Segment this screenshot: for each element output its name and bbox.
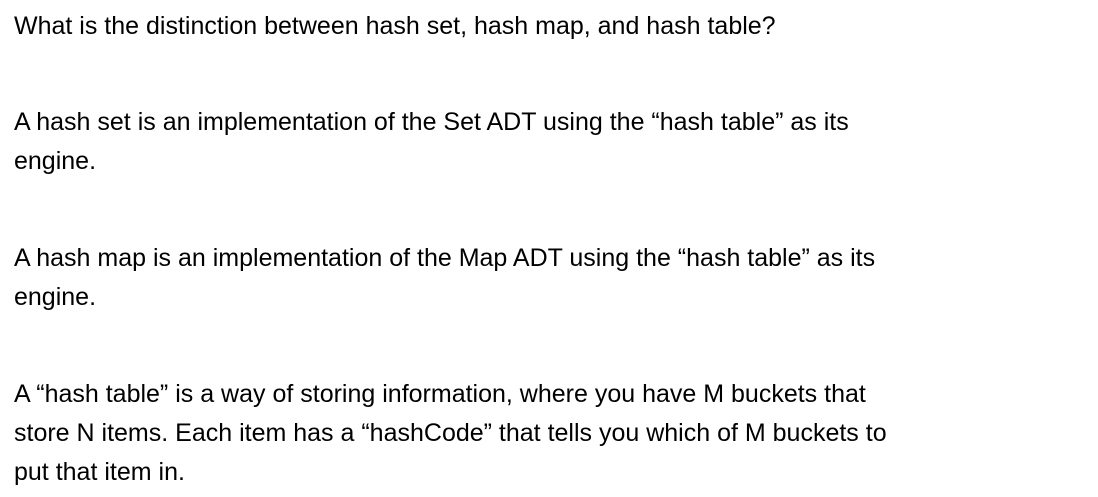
question-heading: What is the distinction between hash set…: [14, 12, 776, 40]
hash-set-paragraph: A hash set is an implementation of the S…: [14, 103, 1074, 181]
paragraph-line: store N items. Each item has a “hashCode…: [14, 419, 887, 447]
paragraph-line: engine.: [14, 283, 97, 311]
hash-table-paragraph: A “hash table” is a way of storing infor…: [14, 375, 1074, 492]
paragraph-line: A hash set is an implementation of the S…: [14, 108, 849, 136]
paragraph-line: put that item in.: [14, 458, 185, 486]
paragraph-line: A “hash table” is a way of storing infor…: [14, 380, 866, 408]
paragraph-line: engine.: [14, 147, 97, 175]
slide: What is the distinction between hash set…: [14, 0, 1084, 497]
paragraph-line: A hash map is an implementation of the M…: [14, 244, 876, 272]
hash-map-paragraph: A hash map is an implementation of the M…: [14, 239, 1074, 317]
